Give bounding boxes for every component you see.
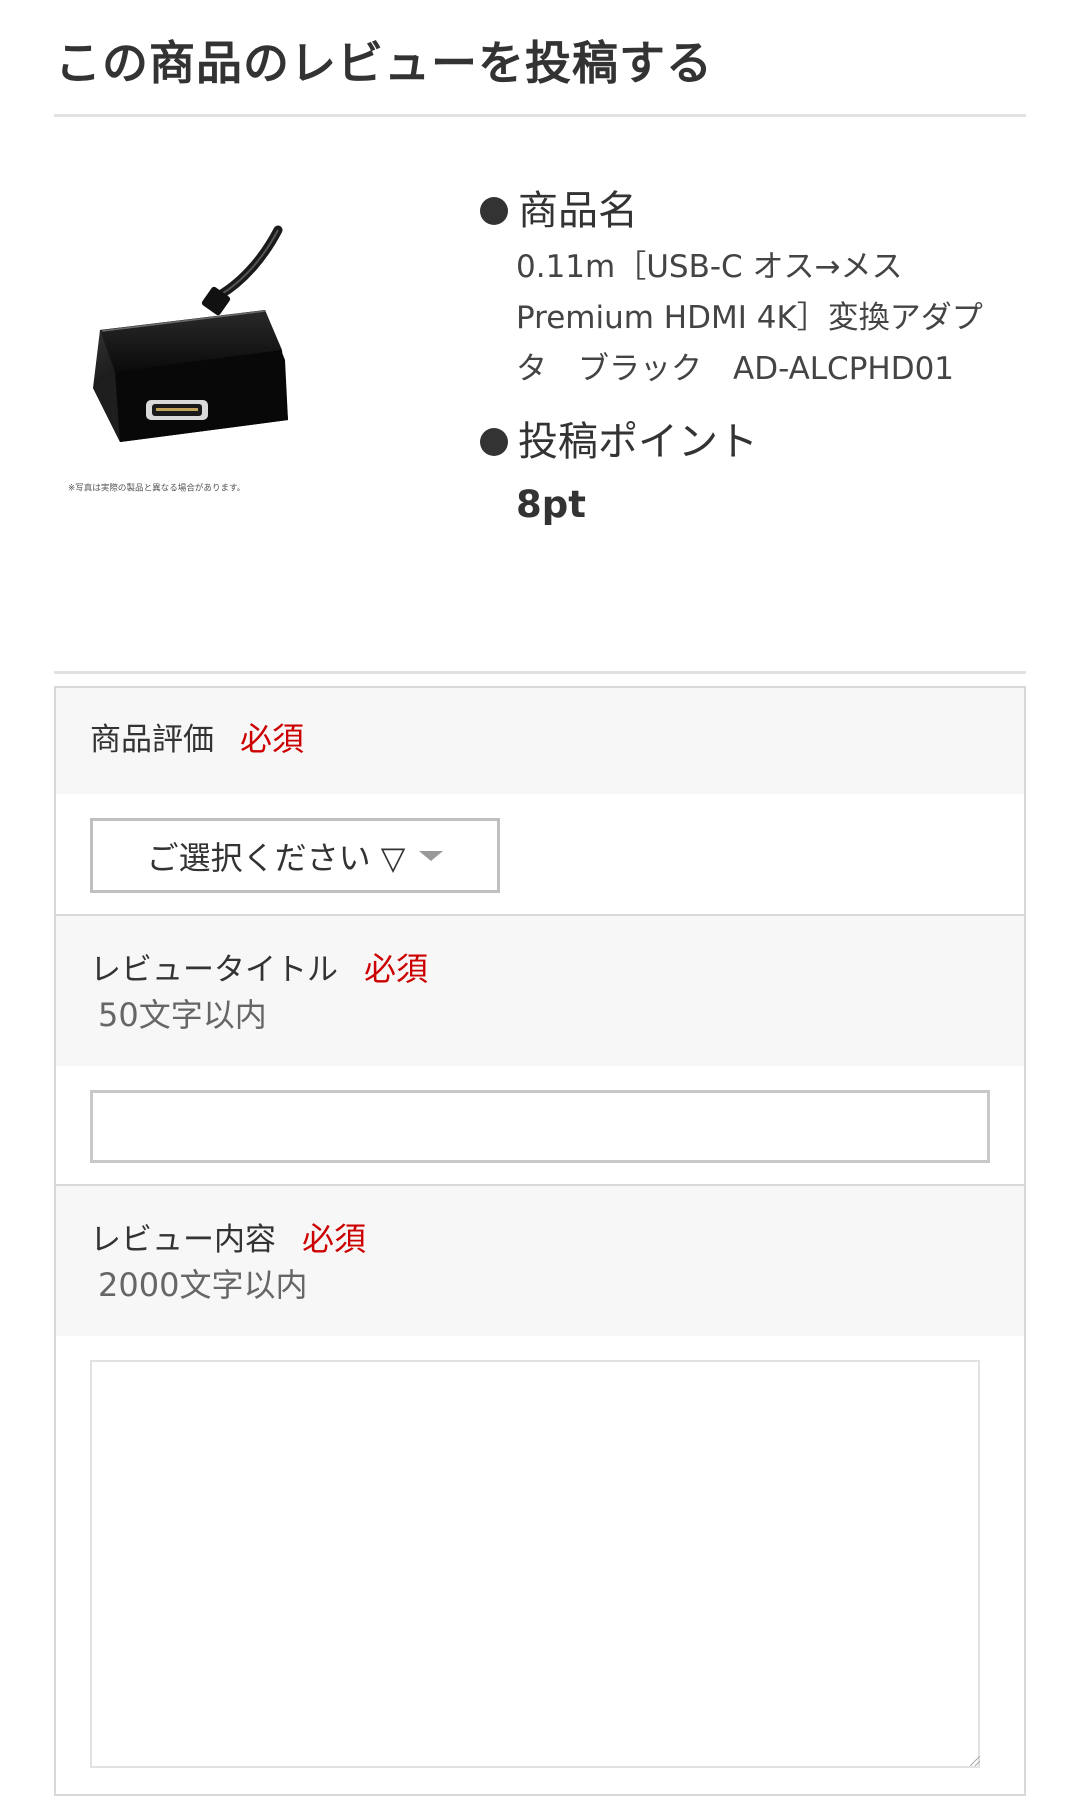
bullet-dot-icon — [480, 197, 508, 225]
required-badge: 必須 — [364, 950, 429, 988]
points-value: 8pt — [516, 483, 586, 526]
section-divider — [54, 671, 1026, 674]
required-badge: 必須 — [240, 720, 305, 758]
bullet-dot-icon — [480, 428, 508, 456]
rating-select-value: ご選択ください ▽ — [146, 838, 406, 877]
points-label: 投稿ポイント — [518, 419, 758, 465]
product-name-value: 0.11m［USB-C オス→メス Premium HDMI 4K］変換アダプタ… — [516, 249, 983, 387]
product-image — [60, 210, 310, 510]
review-title-label: レビュータイトル — [90, 952, 338, 988]
content-row-header: レビュー内容 必須 2000文字以内 — [56, 1186, 1024, 1336]
caret-down-icon — [419, 850, 444, 861]
review-content-textarea[interactable] — [90, 1360, 980, 1768]
page-title: この商品のレビューを投稿する — [55, 36, 713, 90]
product-name-label: 商品名 — [518, 188, 638, 234]
points-heading: 投稿ポイント — [480, 411, 1000, 473]
rating-label: 商品評価 — [90, 722, 214, 758]
review-title-limit-note: 50文字以内 — [98, 996, 267, 1034]
review-content-label: レビュー内容 — [90, 1222, 276, 1258]
review-form: 商品評価 必須 ご選択ください ▽ レビュータイトル 必須 50文字以内 レビュー内… — [54, 686, 1026, 1796]
rating-row-header: 商品評価 必須 — [56, 688, 1024, 794]
product-info: 商品名 0.11m［USB-C オス→メス Premium HDMI 4K］変換… — [480, 180, 1000, 537]
resize-grip-icon[interactable] — [970, 1756, 980, 1766]
rating-select[interactable]: ご選択ください ▽ — [90, 818, 500, 893]
required-badge: 必須 — [302, 1220, 367, 1258]
image-caption: ※写真は実際の製品と異なる場合があります。 — [68, 483, 246, 494]
title-divider — [54, 114, 1026, 117]
product-name-heading: 商品名 — [480, 180, 1000, 242]
title-row-header: レビュータイトル 必須 50文字以内 — [56, 916, 1024, 1066]
review-content-limit-note: 2000文字以内 — [98, 1266, 308, 1304]
review-title-input[interactable] — [90, 1090, 990, 1163]
